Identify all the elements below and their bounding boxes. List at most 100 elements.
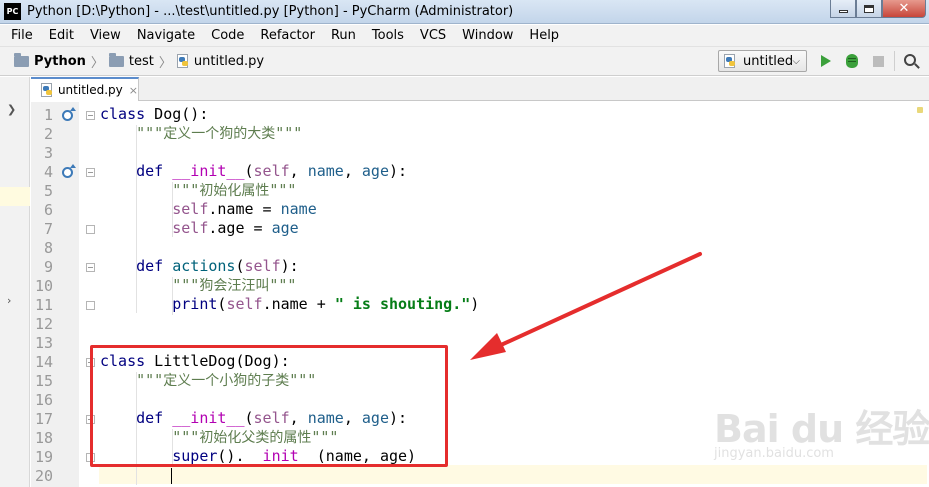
method-name: __init__ [172,162,245,180]
menu-view[interactable]: View [82,25,129,47]
menu-vcs[interactable]: VCS [412,25,454,47]
keyword: def [100,162,164,180]
docstring-quote: """ [269,181,297,199]
menu-help[interactable]: Help [521,25,567,47]
maximize-button[interactable] [856,0,882,18]
breadcrumb-folder[interactable]: test [129,54,154,69]
chevron-down-icon: ⌵ [792,56,800,67]
python-file-icon [176,53,190,69]
stop-icon [872,55,884,67]
tab-close-icon[interactable]: × [129,85,138,96]
breadcrumb-project[interactable]: Python [34,54,86,69]
minimize-button[interactable] [830,0,856,18]
code-text: .age = [208,219,272,237]
code-line-10: """狗会汪汪叫""" [100,276,296,296]
debug-button[interactable] [843,52,861,70]
python-file-icon [724,53,737,69]
line-number: 5 [43,182,53,200]
line-number: 3 [43,144,53,162]
builtin-function: print [100,295,218,313]
fold-toggle[interactable] [86,225,95,234]
line-number: 10 [34,277,53,295]
breadcrumb: Python 〉 test 〉 untitled.py [0,47,264,76]
python-file-icon [41,82,54,98]
self-param: self [244,257,281,275]
close-icon: ✕ [898,0,910,16]
chevron-right-icon[interactable]: › [7,294,11,307]
keyword: class [100,105,146,123]
line-number: 16 [34,391,53,409]
param: name [307,162,344,180]
self-param: self [253,162,290,180]
code-line-2: """定义一个狗的大类""" [100,124,302,144]
menu-file[interactable]: File [3,25,41,47]
breadcrumb-file[interactable]: untitled.py [194,54,264,69]
line-number: 6 [43,201,53,219]
chevron-down-icon[interactable]: ❯ [7,103,16,116]
punctuation: (): [181,105,209,123]
text-caret [171,468,172,484]
line-number: 17 [34,410,53,428]
editor-tab-bar: untitled.py × [31,77,929,101]
run-configuration-dropdown[interactable]: untitled ⌵ [718,50,807,72]
menu-window[interactable]: Window [454,25,521,47]
punctuation: ) [470,295,480,313]
search-everywhere-button[interactable] [902,52,920,70]
fold-toggle[interactable] [86,301,95,310]
menu-navigate[interactable]: Navigate [129,25,203,47]
docstring-text: 狗会汪汪叫 [199,278,270,294]
fold-toggle[interactable] [86,168,95,177]
docstring-quote: """ [100,181,200,199]
menu-bar: File Edit View Navigate Code Refactor Ru… [0,25,929,47]
pycharm-logo-icon: PC [4,3,21,20]
line-number: 13 [34,334,53,352]
menu-refactor[interactable]: Refactor [252,25,323,47]
run-icon [821,55,831,67]
project-tool-strip: ❯ › [0,77,30,487]
menu-code[interactable]: Code [203,25,252,47]
debug-bug-icon [846,54,858,68]
stop-button[interactable] [869,52,887,70]
fold-toggle[interactable] [86,111,95,120]
line-number: 8 [43,239,53,257]
code-line-11: print(self.name + " is shouting.") [100,295,479,314]
line-number: 11 [34,296,53,314]
line-number: 20 [34,467,53,485]
class-name: Dog [145,105,182,123]
minimize-icon [838,10,848,13]
punctuation: ( [235,257,245,275]
line-number: 19 [34,448,53,466]
method-name: actions [163,257,236,275]
docstring-quote: """ [275,124,303,142]
run-button[interactable] [817,52,835,70]
inspection-status-icon[interactable] [917,107,923,113]
fold-toggle[interactable] [86,263,95,272]
override-marker-icon[interactable] [62,164,76,178]
override-marker-icon[interactable] [62,107,76,121]
line-number: 7 [43,220,53,238]
code-text: .name = [208,200,281,218]
docstring-text: 定义一个狗的大类 [163,126,276,142]
line-number: 15 [34,372,53,390]
current-line-highlight [99,465,927,484]
menu-run[interactable]: Run [323,25,364,47]
menu-edit[interactable]: Edit [41,25,82,47]
tab-untitled-py[interactable]: untitled.py × [31,77,139,101]
keyword: def [100,257,164,275]
menu-tools[interactable]: Tools [364,25,412,47]
breadcrumb-separator: 〉 [158,55,172,71]
param: age [271,219,299,237]
self-keyword: self [100,219,209,237]
window-controls: ✕ [830,0,926,18]
search-icon [903,53,916,66]
toolbar-divider [894,51,895,71]
maximize-icon [864,4,874,13]
close-button[interactable]: ✕ [882,0,926,18]
tab-label: untitled.py [57,83,123,97]
docstring-quote: """ [100,276,200,294]
param: age [361,162,389,180]
breadcrumb-separator: 〉 [90,55,104,71]
docstring-quote: """ [269,276,297,294]
line-number: 12 [34,315,53,333]
